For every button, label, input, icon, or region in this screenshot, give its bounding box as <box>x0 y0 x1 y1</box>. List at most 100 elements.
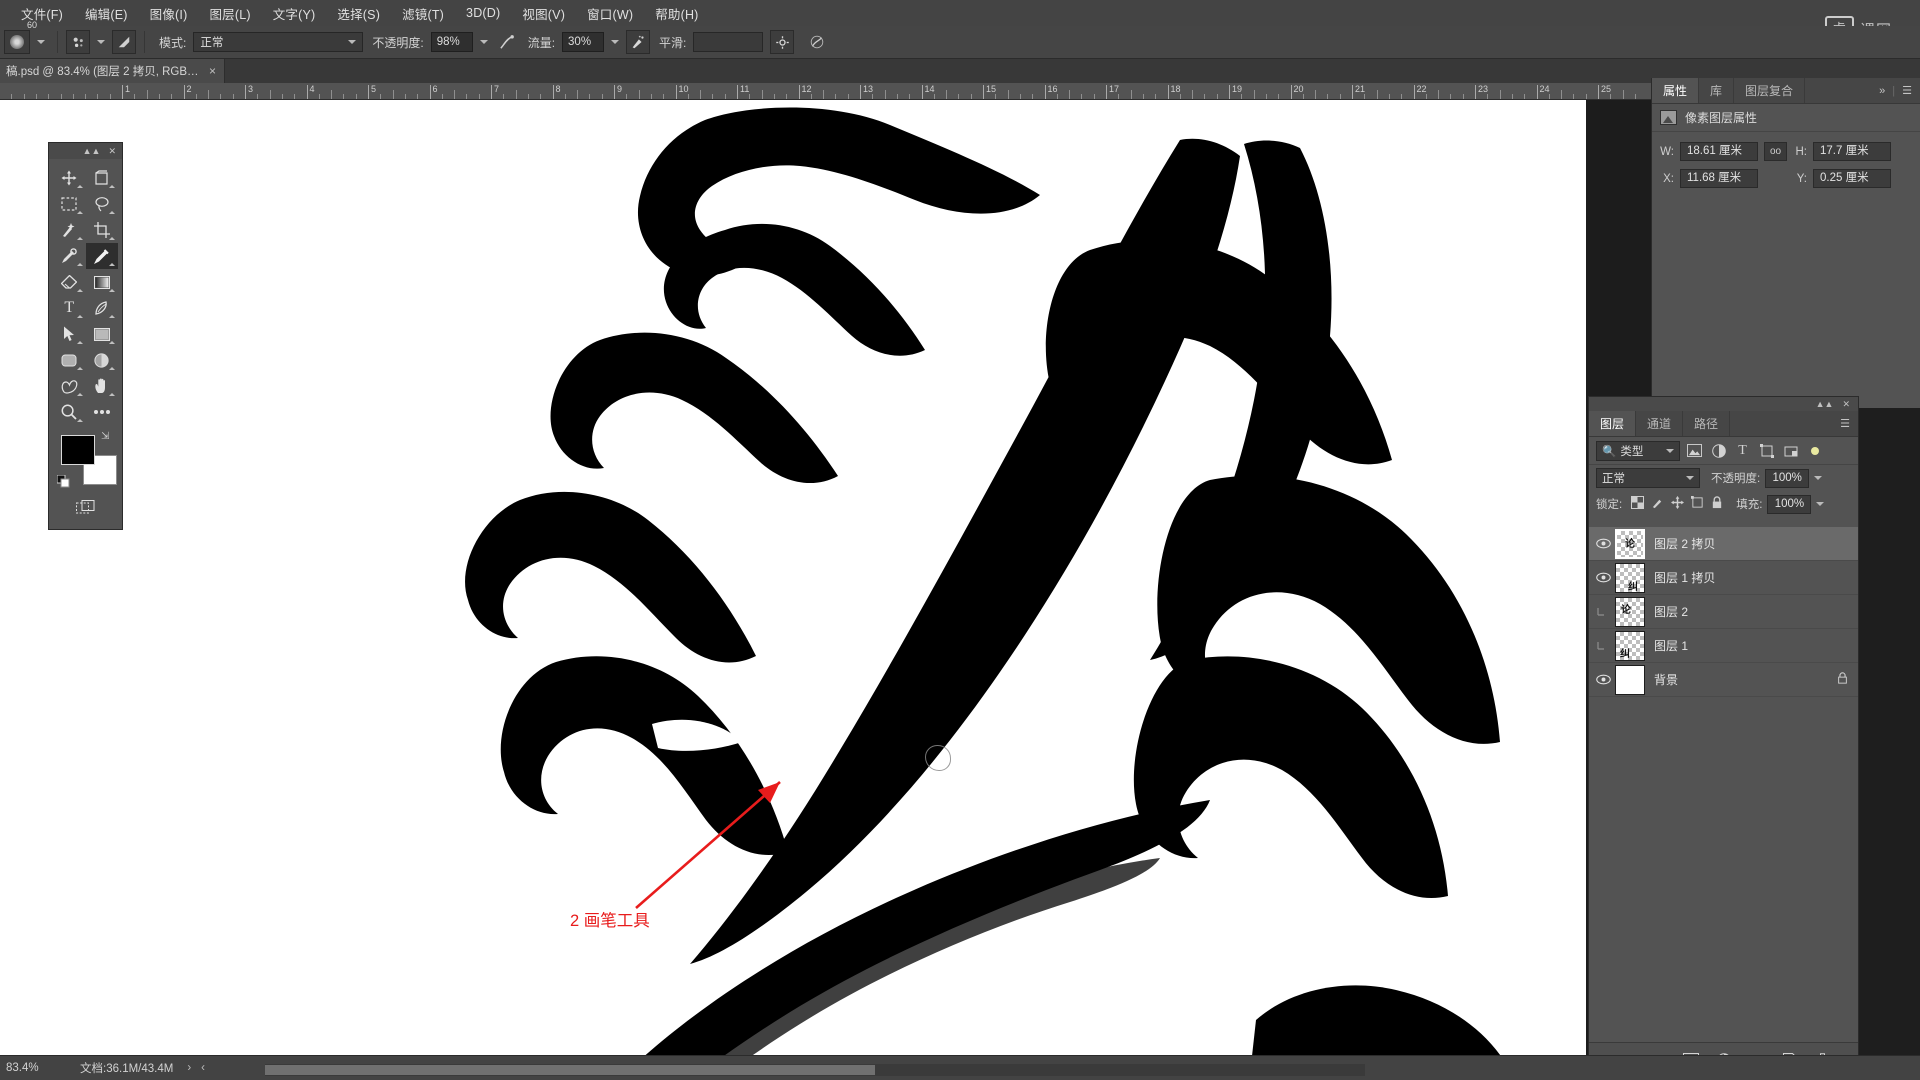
brush-panel-toggle[interactable] <box>93 31 109 53</box>
table-row[interactable]: 论 图层 2 <box>1589 595 1858 629</box>
tab-paths[interactable]: 路径 <box>1683 411 1731 436</box>
brush-tilt-icon[interactable] <box>112 30 136 54</box>
move-lock-icon[interactable] <box>1671 496 1685 512</box>
table-row[interactable]: 论 图层 2 拷贝 <box>1589 527 1858 561</box>
symmetry-icon[interactable] <box>805 30 829 54</box>
airbrush-icon[interactable] <box>626 30 651 54</box>
smartobject-filter-icon[interactable] <box>1781 441 1800 460</box>
crop-tool[interactable] <box>86 217 119 243</box>
swap-colors-icon[interactable]: ⇲ <box>101 431 109 442</box>
lasso-tool[interactable] <box>86 191 119 217</box>
menu-item-edit[interactable]: 编辑(E) <box>74 1 139 26</box>
brush-settings-icon[interactable] <box>66 30 90 54</box>
pixel-filter-icon[interactable] <box>1685 441 1704 460</box>
ellipse-tool[interactable] <box>86 347 119 373</box>
flow-slider-toggle[interactable] <box>607 31 623 53</box>
layer-visibility-toggle[interactable] <box>1591 572 1615 583</box>
layer-thumbnail[interactable]: 论 <box>1615 528 1645 559</box>
artboard[interactable] <box>0 100 1586 1055</box>
table-row[interactable]: 纠 图层 1 拷贝 <box>1589 561 1858 595</box>
layer-name[interactable]: 图层 1 <box>1654 637 1688 654</box>
menu-item-window[interactable]: 窗口(W) <box>576 1 644 26</box>
gradient-tool[interactable] <box>86 269 119 295</box>
menu-item-3d[interactable]: 3D(D) <box>455 3 511 23</box>
type-tool[interactable]: T <box>53 295 86 321</box>
layer-opacity-input[interactable]: 100% <box>1765 468 1810 488</box>
menu-item-help[interactable]: 帮助(H) <box>644 1 709 26</box>
zoom-level[interactable]: 83.4% <box>0 1062 62 1074</box>
brush-preset-dropdown[interactable]: 60 <box>27 20 49 54</box>
collapse-icon[interactable]: ▲▲ <box>1816 399 1834 409</box>
opacity-slider-toggle[interactable] <box>476 31 492 53</box>
eraser-tool[interactable] <box>53 269 86 295</box>
layer-name[interactable]: 图层 2 拷贝 <box>1654 535 1715 552</box>
type-filter-icon[interactable]: T <box>1733 441 1752 460</box>
menu-item-type[interactable]: 文字(Y) <box>262 1 327 26</box>
rounded-rectangle-tool[interactable] <box>53 347 86 373</box>
tab-layers[interactable]: 图层 <box>1589 411 1637 436</box>
layer-thumbnail[interactable]: 纠 <box>1615 562 1645 593</box>
menu-item-select[interactable]: 选择(S) <box>326 1 391 26</box>
blur-tool[interactable] <box>86 321 119 347</box>
layer-name[interactable]: 图层 1 拷贝 <box>1654 569 1715 586</box>
table-row[interactable]: 纠 图层 1 <box>1589 629 1858 663</box>
horizontal-scrollbar-thumb[interactable] <box>265 1065 875 1075</box>
layer-name[interactable]: 背景 <box>1654 671 1678 688</box>
layer-thumbnail[interactable]: 纠 <box>1615 630 1645 661</box>
chevron-double-right-icon[interactable]: » <box>1879 85 1885 97</box>
x-input[interactable]: 11.68 厘米 <box>1680 169 1758 188</box>
all-lock-icon[interactable] <box>1711 496 1723 512</box>
panel-menu-icon[interactable]: ☰ <box>1840 417 1850 430</box>
tab-properties[interactable]: 属性 <box>1652 78 1700 103</box>
healing-brush-tool[interactable] <box>86 295 119 321</box>
artboard-tool[interactable] <box>86 165 119 191</box>
close-icon[interactable]: × <box>209 64 216 78</box>
smoothing-input[interactable] <box>693 32 764 52</box>
y-input[interactable]: 0.25 厘米 <box>1813 169 1891 188</box>
hand-tool[interactable] <box>86 373 119 399</box>
next-arrow-icon[interactable]: › <box>187 1062 191 1074</box>
menu-item-view[interactable]: 视图(V) <box>511 1 576 26</box>
collapse-icon[interactable]: ▲▲ <box>83 146 101 156</box>
layer-thumbnail[interactable]: 论 <box>1615 596 1645 627</box>
path-selection-tool[interactable] <box>53 321 86 347</box>
layer-name[interactable]: 图层 2 <box>1654 603 1688 620</box>
marquee-tool[interactable] <box>53 191 86 217</box>
menu-item-layer[interactable]: 图层(L) <box>198 1 261 26</box>
layer-kind-select[interactable]: 🔍 类型 <box>1596 440 1680 461</box>
artboard-lock-icon[interactable] <box>1691 496 1704 512</box>
prev-arrow-icon[interactable]: ‹ <box>201 1062 205 1074</box>
layer-thumbnail[interactable] <box>1615 664 1645 695</box>
opacity-input[interactable]: 98% <box>430 32 473 52</box>
table-row[interactable]: 背景 <box>1589 663 1858 697</box>
screen-mode-icon[interactable] <box>75 494 96 520</box>
close-icon[interactable]: ✕ <box>108 146 116 157</box>
canvas-area[interactable] <box>0 100 1651 1055</box>
pressure-opacity-icon[interactable] <box>495 30 519 54</box>
layer-visibility-toggle[interactable] <box>1591 606 1615 617</box>
close-icon[interactable]: ✕ <box>1842 399 1850 410</box>
tab-library[interactable]: 库 <box>1699 78 1735 103</box>
document-tab[interactable]: 稿.psd @ 83.4% (图层 2 拷贝, RGB/8) * × <box>0 59 226 83</box>
layer-fill-input[interactable]: 100% <box>1767 494 1812 514</box>
layer-visibility-toggle[interactable] <box>1591 640 1615 651</box>
filter-toggle-icon[interactable] <box>1805 441 1824 460</box>
link-dimensions-icon[interactable]: oo <box>1764 142 1787 161</box>
horizontal-ruler[interactable]: 1 2 3 4 5 6 7 8 9 10 11 12 13 14 15 16 17 18 19 20 21 22 23 24 2… <box>0 83 1651 100</box>
horizontal-scrollbar[interactable] <box>265 1064 1365 1076</box>
reset-colors-icon[interactable] <box>56 474 70 491</box>
menu-item-file[interactable]: 文件(F) <box>10 1 74 26</box>
brush-preset-picker[interactable] <box>4 30 30 54</box>
menu-item-image[interactable]: 图像(I) <box>139 1 199 26</box>
brush-tool[interactable] <box>85 243 118 269</box>
height-input[interactable]: 17.7 厘米 <box>1813 142 1891 161</box>
layer-visibility-toggle[interactable] <box>1591 538 1615 549</box>
panel-menu-icon[interactable]: ☰ <box>1902 84 1912 97</box>
tab-channels[interactable]: 通道 <box>1636 411 1684 436</box>
adjustment-filter-icon[interactable] <box>1709 441 1728 460</box>
width-input[interactable]: 18.61 厘米 <box>1680 142 1758 161</box>
zoom-tool[interactable] <box>53 399 86 425</box>
chevron-down-icon[interactable] <box>1816 502 1825 506</box>
tab-layer-comps[interactable]: 图层复合 <box>1734 78 1806 103</box>
layer-blend-mode-select[interactable]: 正常 <box>1596 468 1700 488</box>
